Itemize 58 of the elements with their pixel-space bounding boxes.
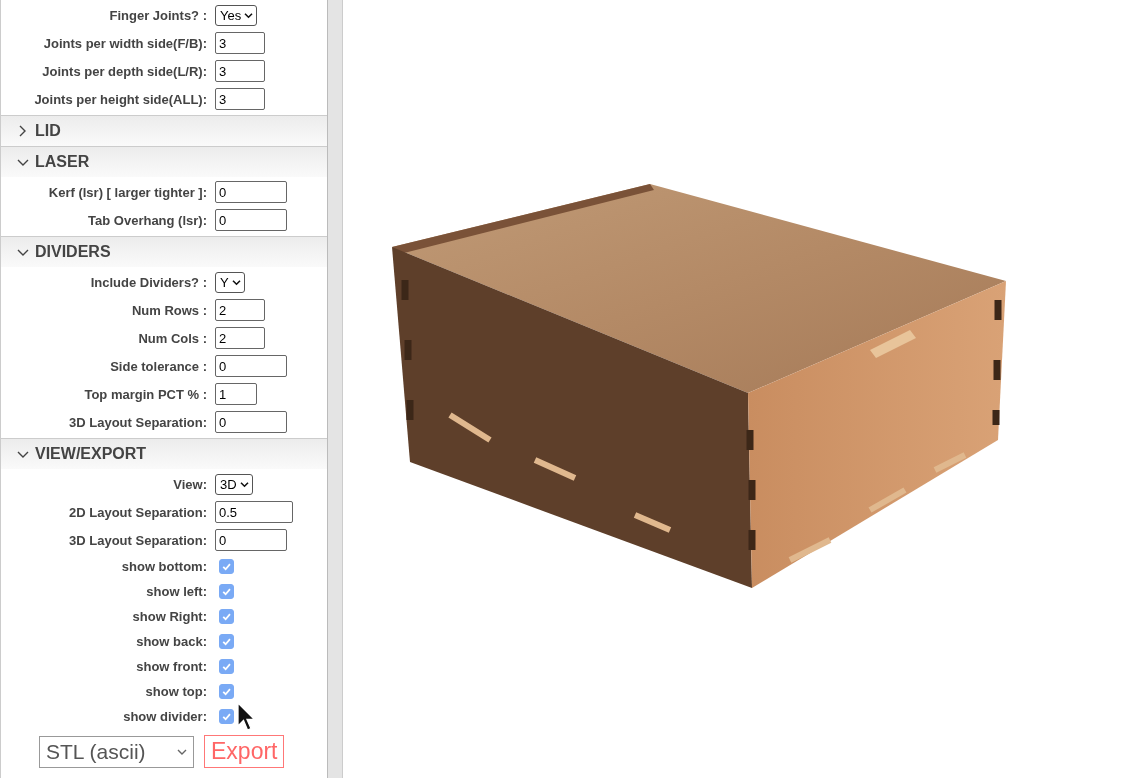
input-field[interactable]: 3	[215, 60, 265, 82]
checkbox[interactable]	[219, 559, 234, 574]
field-label: Top margin PCT % :	[83, 386, 208, 402]
field-label: Joints per height side(ALL):	[33, 91, 208, 107]
checkbox[interactable]	[219, 659, 234, 674]
input-field[interactable]: 0	[215, 529, 287, 551]
field-label: 2D Layout Separation:	[68, 504, 208, 520]
field-label: show front:	[135, 659, 208, 674]
dropdown[interactable]: Yes	[215, 4, 258, 26]
caret-icon	[177, 747, 187, 756]
field-label: Num Rows :	[130, 302, 208, 318]
field-label: Joints per depth side(L/R):	[41, 63, 208, 79]
input-field[interactable]: 0.5	[215, 501, 293, 523]
field-label: View:	[172, 476, 208, 492]
section-header[interactable]: VIEW/EXPORT	[1, 438, 327, 469]
caret-icon	[244, 11, 254, 19]
checkbox[interactable]	[219, 609, 234, 624]
field-label: show divider:	[122, 709, 208, 724]
section-header[interactable]: LASER	[1, 146, 327, 177]
section-title: LASER	[35, 153, 90, 171]
checkbox[interactable]	[219, 584, 234, 599]
field-label: Include Dividers? :	[89, 274, 208, 290]
field-label: 3D Layout Separation:	[68, 414, 208, 430]
field-label: 3D Layout Separation:	[68, 532, 208, 548]
input-field[interactable]: 2	[215, 327, 265, 349]
field-label: show left:	[145, 584, 208, 599]
field-label: Num Cols :	[137, 330, 208, 346]
checkbox[interactable]	[219, 684, 234, 699]
input-field[interactable]: 3	[215, 88, 265, 110]
format-dropdown[interactable]: STL (ascii)	[39, 735, 194, 768]
input-field[interactable]: 2	[215, 299, 265, 321]
input-field[interactable]: 0	[215, 355, 287, 377]
section-title: VIEW/EXPORT	[35, 445, 147, 463]
input-field[interactable]: 0	[215, 411, 287, 433]
checkbox[interactable]	[219, 634, 234, 649]
field-label: Tab Overhang (lsr):	[87, 212, 208, 228]
dropdown[interactable]: 3D	[215, 473, 253, 495]
field-label: Kerf (lsr) [ larger tighter ]:	[47, 184, 208, 200]
section-header[interactable]: DIVIDERS	[1, 236, 327, 267]
section-title: LID	[35, 122, 61, 140]
input-field[interactable]: 0	[215, 181, 287, 203]
caret-icon	[239, 480, 249, 488]
dropdown[interactable]: Y	[215, 271, 245, 293]
field-label: show back:	[135, 634, 208, 649]
field-label: Side tolerance :	[109, 358, 208, 374]
section-header[interactable]: LID	[1, 115, 327, 146]
field-label: Finger Joints? :	[108, 7, 208, 23]
input-field[interactable]: 3	[215, 32, 265, 54]
input-field[interactable]: 1	[215, 383, 257, 405]
field-label: show Right:	[131, 609, 208, 624]
panel-splitter[interactable]	[328, 0, 343, 778]
section-title: DIVIDERS	[35, 243, 111, 261]
field-label: show bottom:	[120, 559, 208, 574]
field-label: show top:	[144, 684, 208, 699]
field-label: Joints per width side(F/B):	[42, 35, 208, 51]
checkbox[interactable]	[219, 709, 234, 724]
caret-icon	[231, 278, 241, 286]
input-field[interactable]: 0	[215, 209, 287, 231]
